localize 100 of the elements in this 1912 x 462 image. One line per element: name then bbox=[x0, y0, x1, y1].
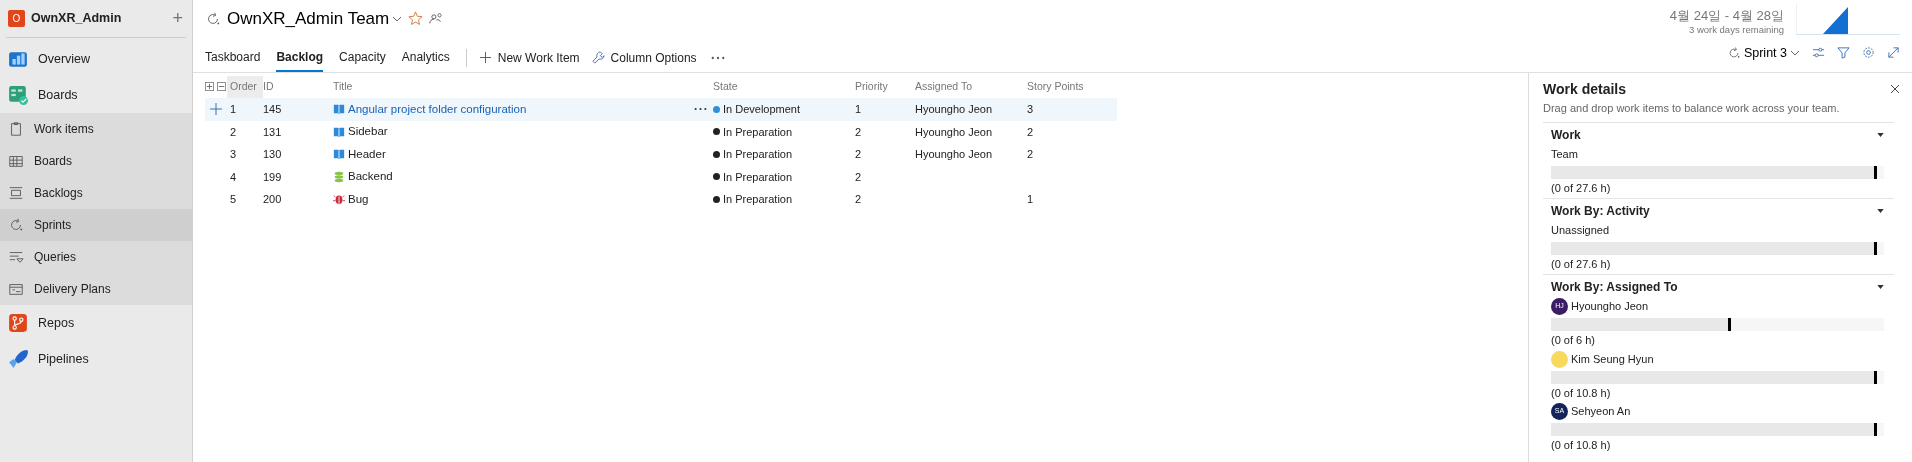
table-cell-text: In Preparation bbox=[723, 147, 793, 162]
capacity-text: (0 of 10.8 h) bbox=[1551, 385, 1612, 401]
more-icon[interactable] bbox=[694, 107, 707, 112]
filter-list-icon bbox=[8, 249, 24, 265]
caret-icon[interactable] bbox=[1877, 209, 1884, 213]
settings-icon[interactable] bbox=[1862, 46, 1875, 60]
table-cell-text: 2 bbox=[1027, 147, 1034, 162]
sprint-selector[interactable]: Sprint 3 bbox=[1726, 43, 1800, 63]
collapse-all-icon[interactable] bbox=[217, 82, 226, 92]
sidebar-item[interactable]: Delivery Plans bbox=[0, 273, 192, 305]
table-cell-text: 2 bbox=[855, 124, 862, 140]
board-check-icon bbox=[8, 85, 28, 105]
book-icon bbox=[333, 148, 345, 161]
column-header[interactable]: Priority bbox=[855, 78, 888, 95]
filter-icon[interactable] bbox=[1837, 46, 1850, 60]
clipboard-icon bbox=[8, 121, 24, 137]
table-cell-text: 3 bbox=[1027, 102, 1034, 117]
table-cell-text: In Preparation bbox=[723, 124, 793, 140]
list-icon bbox=[8, 185, 24, 201]
chart-icon bbox=[8, 49, 28, 69]
table-cell-text: 2 bbox=[855, 147, 862, 162]
table-cell-text: 2 bbox=[855, 169, 862, 185]
work-item-link[interactable]: Sidebar bbox=[348, 123, 388, 141]
cycle-icon bbox=[8, 217, 24, 233]
section-title: Work By: Assigned To bbox=[1551, 279, 1678, 296]
expand-all-icon[interactable] bbox=[205, 82, 214, 92]
tab[interactable]: Taskboard bbox=[205, 43, 261, 72]
work-item-link[interactable]: Header bbox=[348, 145, 386, 163]
cycle-icon bbox=[1726, 45, 1741, 60]
table-cell-text: 2 bbox=[855, 192, 862, 207]
table-cell-text: 1 bbox=[230, 102, 237, 117]
table-cell-text: In Development bbox=[723, 102, 801, 117]
grid-icon bbox=[8, 153, 24, 169]
table-cell-text: 131 bbox=[263, 124, 282, 140]
table-cell-text: 145 bbox=[263, 102, 282, 117]
sidebar-item[interactable]: Repos bbox=[0, 305, 192, 341]
close-icon[interactable] bbox=[1890, 84, 1900, 94]
sidebar-item[interactable]: Work items bbox=[0, 113, 192, 145]
book-icon bbox=[333, 103, 345, 116]
sidebar-item[interactable]: Sprints bbox=[0, 209, 192, 241]
tab[interactable]: Capacity bbox=[339, 43, 386, 72]
table-cell-text: 2 bbox=[230, 124, 237, 140]
work-item-link[interactable]: Backend bbox=[348, 168, 393, 186]
sidebar-item[interactable]: Backlogs bbox=[0, 177, 192, 209]
table-cell-text: 5 bbox=[230, 192, 237, 207]
book-icon bbox=[333, 125, 345, 138]
calendar-icon bbox=[8, 281, 24, 297]
column-header[interactable]: Title bbox=[333, 78, 353, 95]
tab[interactable]: Analytics bbox=[401, 43, 450, 72]
member-name: Hyoungho Jeon bbox=[1571, 299, 1649, 315]
stack-icon bbox=[333, 170, 345, 183]
table-cell-text: 2 bbox=[1027, 124, 1034, 140]
column-header[interactable]: Assigned To bbox=[915, 78, 972, 95]
table-cell-text: In Preparation bbox=[723, 192, 793, 207]
project-logo: O bbox=[8, 10, 25, 27]
sidebar-item[interactable]: Boards bbox=[0, 145, 192, 177]
table-cell-text: 1 bbox=[1027, 192, 1034, 207]
add-button[interactable]: + bbox=[172, 5, 183, 32]
column-header[interactable]: ID bbox=[263, 78, 274, 95]
sprint-dates: 4월 24일 - 4월 28일 bbox=[1669, 9, 1784, 24]
star-icon[interactable] bbox=[408, 11, 424, 27]
sidebar-item[interactable]: Boards bbox=[0, 77, 192, 113]
tab[interactable]: Backlog bbox=[276, 43, 324, 72]
column-header[interactable]: Story Points bbox=[1027, 78, 1084, 95]
table-cell-text: 199 bbox=[263, 169, 282, 185]
project-name[interactable]: OwnXR_Admin bbox=[31, 9, 167, 28]
days-remaining: 3 work days remaining bbox=[1687, 23, 1784, 38]
team-selector[interactable]: OwnXR_Admin Team bbox=[227, 6, 403, 32]
toolbar-button[interactable]: Column Options bbox=[585, 44, 703, 71]
column-header[interactable]: State bbox=[713, 78, 738, 95]
sidebar-item[interactable]: Pipelines bbox=[0, 341, 192, 377]
member-name: Unassigned bbox=[1551, 223, 1610, 238]
work-item-link[interactable]: Bug bbox=[348, 190, 369, 208]
sidebar-item[interactable]: Queries bbox=[0, 241, 192, 273]
bug-icon bbox=[333, 193, 345, 206]
caret-icon[interactable] bbox=[1877, 133, 1884, 137]
people-icon[interactable] bbox=[429, 12, 443, 26]
more-icon[interactable] bbox=[710, 55, 725, 60]
table-cell-text: 1 bbox=[855, 102, 862, 117]
capacity-text: (0 of 27.6 h) bbox=[1551, 256, 1612, 272]
caret-icon[interactable] bbox=[1877, 285, 1884, 289]
table-cell-text: 3 bbox=[230, 147, 237, 162]
section-title: Work bbox=[1551, 127, 1581, 144]
table-cell-text: Hyoungho Jeon bbox=[915, 124, 993, 140]
branch-icon bbox=[8, 313, 28, 333]
table-cell-text: 4 bbox=[230, 169, 237, 185]
table-cell-text: 130 bbox=[263, 147, 282, 162]
toolbar-button[interactable]: New Work Item bbox=[472, 44, 586, 71]
panel-subtitle: Drag and drop work items to balance work across your team. bbox=[1543, 100, 1841, 116]
sidebar-item[interactable]: Overview bbox=[0, 41, 192, 77]
plus-icon[interactable] bbox=[210, 103, 222, 116]
table-cell-text: In Preparation bbox=[723, 169, 793, 185]
member-name: Team bbox=[1551, 147, 1578, 162]
cycle-icon bbox=[205, 10, 221, 27]
wrench-icon bbox=[591, 51, 605, 64]
expand-icon[interactable] bbox=[1887, 46, 1900, 60]
member-name: Sehyeon An bbox=[1571, 404, 1631, 420]
section-title: Work By: Activity bbox=[1551, 203, 1650, 220]
capacity-text: (0 of 6 h) bbox=[1551, 333, 1597, 348]
sliders-icon[interactable] bbox=[1812, 46, 1825, 60]
